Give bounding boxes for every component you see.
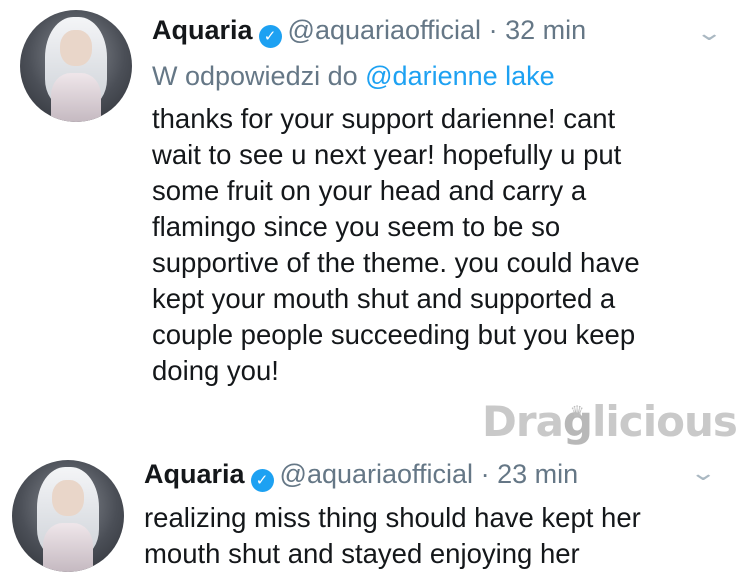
avatar[interactable]: [20, 10, 132, 122]
chevron-down-icon[interactable]: ⌄: [689, 462, 717, 484]
user-handle[interactable]: @aquariaofficial: [280, 459, 474, 489]
reply-context: W odpowiedzi do @darienne lake: [152, 60, 555, 92]
chevron-down-icon[interactable]: ⌄: [695, 22, 723, 44]
display-name[interactable]: Aquaria: [152, 15, 253, 45]
reply-prefix: W odpowiedzi do: [152, 61, 358, 91]
tweet-header: Aquaria ✓ @aquariaofficial · 32 min: [152, 14, 586, 48]
tweet-text: realizing miss thing should have kept he…: [144, 502, 641, 569]
separator-dot: ·: [480, 459, 490, 489]
reply-mention-link[interactable]: @darienne lake: [365, 61, 555, 91]
verified-check-icon: ✓: [258, 25, 282, 48]
display-name[interactable]: Aquaria: [144, 459, 245, 489]
timestamp[interactable]: 32 min: [505, 15, 586, 45]
avatar[interactable]: [12, 460, 124, 572]
tweet-1[interactable]: Aquaria ✓ @aquariaofficial · 32 min ⌄ W od…: [0, 0, 750, 450]
tweet-text: thanks for your support darienne! cant w…: [152, 103, 640, 386]
tweet-2[interactable]: Aquaria ✓ @aquariaofficial · 23 min ⌄ real…: [0, 450, 750, 580]
separator-dot: ·: [488, 15, 498, 45]
verified-check-icon: ✓: [250, 469, 274, 492]
timestamp[interactable]: 23 min: [497, 459, 578, 489]
user-handle[interactable]: @aquariaofficial: [288, 15, 482, 45]
tweet-header: Aquaria ✓ @aquariaofficial · 23 min: [144, 458, 578, 492]
watermark-logo: ♛ Draglicious: [482, 397, 738, 446]
